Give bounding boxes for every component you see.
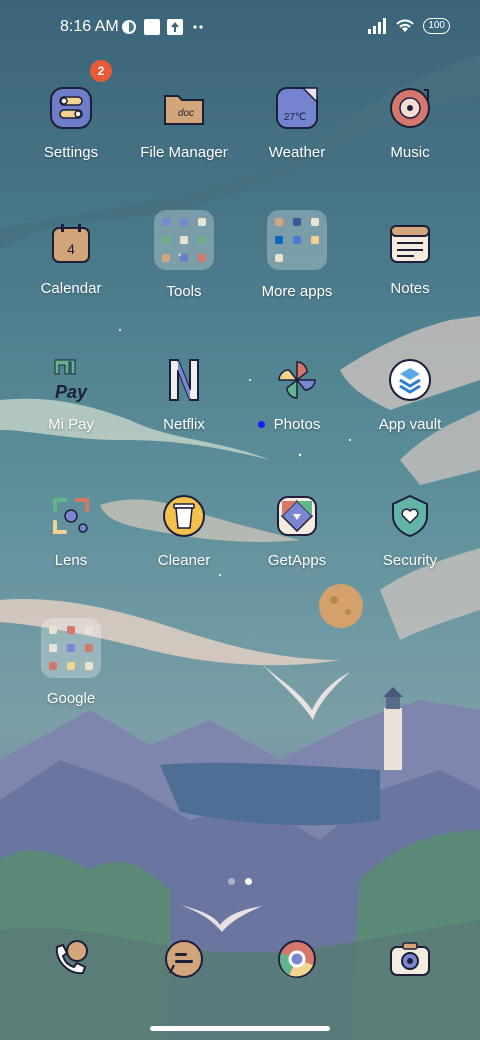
- app-label: Photos: [273, 416, 321, 433]
- settings-icon: [50, 87, 92, 129]
- lens-icon: [53, 498, 89, 534]
- folder-doc-icon: doc: [164, 95, 204, 125]
- app-music[interactable]: Music: [350, 84, 470, 204]
- app-label: Cleaner: [157, 552, 211, 569]
- messages-icon[interactable]: [160, 935, 208, 983]
- photos-pinwheel-icon: [278, 361, 316, 399]
- phone-icon[interactable]: [47, 935, 95, 983]
- app-label: Calendar: [40, 280, 102, 297]
- chrome-icon[interactable]: [273, 935, 321, 983]
- app-settings[interactable]: Settings: [11, 84, 131, 204]
- app-photos[interactable]: Photos: [237, 356, 357, 476]
- netflix-icon: [169, 359, 199, 401]
- home-gesture-bar[interactable]: [150, 1026, 330, 1031]
- status-time: 8:16 AM: [60, 18, 119, 35]
- app-label: App vault: [378, 416, 442, 433]
- security-shield-icon: [392, 494, 428, 538]
- mi-pay-icon: Pay: [54, 359, 88, 402]
- folder-icon: [41, 618, 101, 678]
- app-label: Netflix: [163, 416, 205, 433]
- weather-icon: 27℃: [276, 87, 318, 129]
- folder-google[interactable]: Google: [11, 618, 131, 738]
- svg-text:4: 4: [67, 241, 75, 257]
- wifi-icon: [396, 19, 415, 32]
- folder-more-apps[interactable]: More apps: [237, 210, 357, 330]
- app-file-manager[interactable]: doc File Manager: [124, 84, 244, 204]
- battery-icon: 100: [423, 18, 450, 34]
- music-disc-icon: [390, 88, 430, 128]
- app-calendar[interactable]: 4 Calendar: [11, 220, 131, 340]
- app-getapps[interactable]: GetApps: [237, 492, 357, 612]
- getapps-icon: [277, 496, 317, 536]
- app-label: GetApps: [267, 552, 327, 569]
- page-dot[interactable]: [228, 878, 235, 885]
- app-label: Music: [390, 144, 430, 161]
- notification-badge: 2: [90, 60, 112, 82]
- more-dots-icon: [193, 25, 203, 29]
- app-label: Weather: [268, 144, 326, 161]
- notes-icon: [390, 225, 430, 263]
- calendar-icon: 4: [52, 224, 90, 263]
- app-lens[interactable]: Lens: [11, 492, 131, 612]
- app-label: Google: [46, 690, 96, 707]
- app-label: Security: [382, 552, 438, 569]
- svg-text:Pay: Pay: [55, 382, 88, 402]
- svg-text:27℃: 27℃: [284, 112, 306, 123]
- app-label: File Manager: [140, 144, 228, 161]
- app-label: Mi Pay: [48, 416, 94, 433]
- app-label: Settings: [43, 144, 99, 161]
- app-label: More apps: [261, 283, 333, 300]
- svg-text:doc: doc: [178, 108, 194, 119]
- folder-tools[interactable]: Tools: [124, 210, 244, 330]
- app-weather[interactable]: 27℃ Weather: [237, 84, 357, 204]
- app-vault-icon: [389, 359, 431, 401]
- app-label: Tools: [166, 283, 202, 300]
- app-app-vault[interactable]: App vault: [350, 356, 470, 476]
- data-icon: [122, 20, 136, 34]
- app-notes[interactable]: Notes: [350, 220, 470, 340]
- app-label: Lens: [54, 552, 88, 569]
- app-label: Notes: [390, 280, 430, 297]
- cleaner-icon: [163, 495, 205, 537]
- status-bar: 8:16 AM 100: [0, 0, 480, 56]
- upload-icon: [167, 19, 183, 35]
- page-indicator[interactable]: [0, 878, 480, 885]
- folder-icon: [154, 210, 214, 270]
- page-dot-active[interactable]: [245, 878, 252, 885]
- app-security[interactable]: Security: [350, 492, 470, 612]
- camera-icon[interactable]: [386, 935, 434, 983]
- app-mi-pay[interactable]: Pay Mi Pay: [11, 356, 131, 476]
- folder-icon: [267, 210, 327, 270]
- app-cleaner[interactable]: Cleaner: [124, 492, 244, 612]
- app-netflix[interactable]: Netflix: [124, 356, 244, 476]
- signal-icon: [368, 18, 387, 34]
- new-install-dot: [258, 421, 265, 428]
- square-icon: [144, 19, 160, 35]
